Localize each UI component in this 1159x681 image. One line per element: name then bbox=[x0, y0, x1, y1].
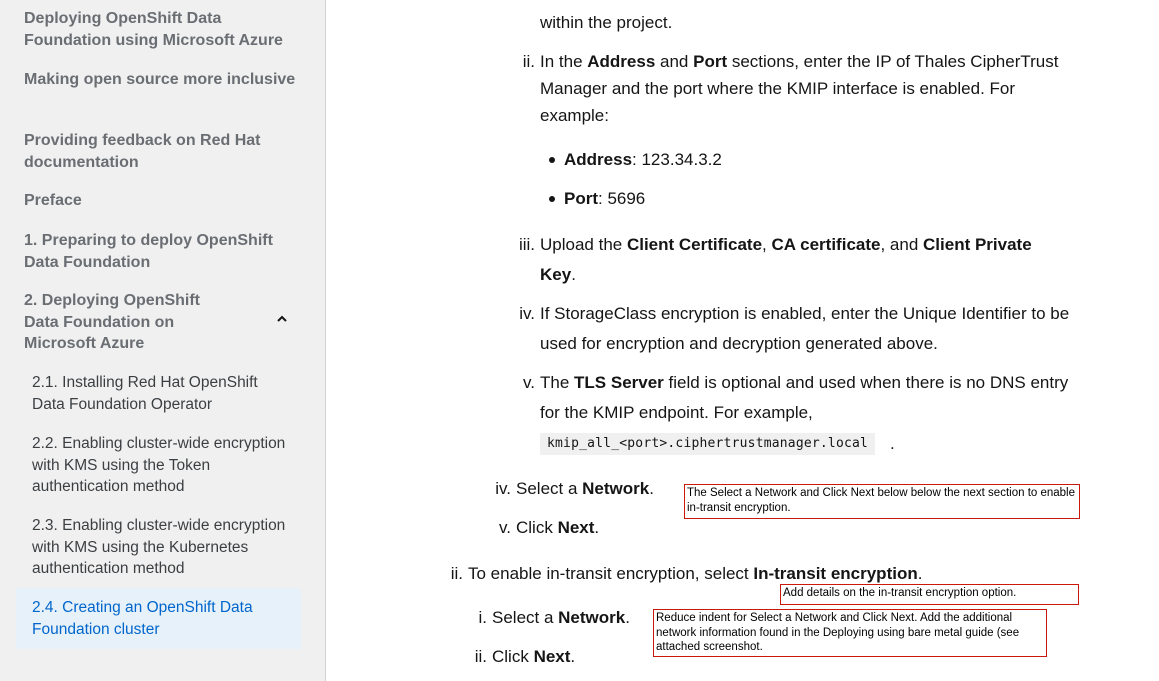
sidebar-item-chapter-1[interactable]: 1. Preparing to deploy OpenShift Data Fo… bbox=[24, 230, 304, 273]
chevron-up-icon[interactable] bbox=[276, 313, 288, 325]
step-transit-select-network: Select a Network. bbox=[492, 608, 630, 627]
step-address-port: In the Address and Port sections, enter … bbox=[540, 52, 1059, 71]
list-number: i. bbox=[478, 608, 488, 627]
bullet-dot bbox=[549, 196, 555, 202]
main-content: within the project. ii. In the Address a… bbox=[327, 0, 1159, 681]
sidebar-nav: Deploying OpenShift Data Foundation usin… bbox=[0, 0, 326, 681]
sidebar-item-book-title[interactable]: Deploying OpenShift Data Foundation usin… bbox=[24, 8, 304, 51]
step-click-next: Click Next. bbox=[516, 518, 600, 537]
bullet-port: Port: 5696 bbox=[564, 189, 646, 208]
bullet-dot bbox=[549, 157, 555, 163]
code-period: . bbox=[890, 434, 895, 453]
step-in-transit-encryption: To enable in-transit encryption, select … bbox=[468, 564, 923, 583]
step-address-port-line2: Manager and the port where the KMIP inte… bbox=[540, 79, 1016, 98]
sidebar-subitem-2-2[interactable]: 2.2. Enabling cluster-wide encryption wi… bbox=[32, 433, 292, 498]
step-upload-certificates: Upload the Client Certificate, CA certif… bbox=[540, 235, 1032, 254]
list-number: iv. bbox=[495, 479, 511, 498]
list-number: ii. bbox=[522, 52, 535, 71]
step-storageclass: If StorageClass encryption is enabled, e… bbox=[540, 304, 1070, 323]
list-number: v. bbox=[523, 373, 535, 392]
list-number: iii. bbox=[518, 235, 535, 254]
review-note-move-steps: The Select a Network and Click Next belo… bbox=[684, 484, 1080, 519]
step-upload-certificates-line2: Key. bbox=[540, 265, 576, 284]
review-note-add-details: Add details on the in-transit encryption… bbox=[780, 584, 1079, 605]
sidebar-item-preface[interactable]: Preface bbox=[24, 190, 304, 212]
sidebar-item-chapter-2[interactable]: 2. Deploying OpenShift Data Foundation o… bbox=[24, 290, 224, 355]
list-number: ii. bbox=[474, 647, 487, 666]
bullet-address: Address: 123.34.3.2 bbox=[564, 150, 722, 169]
list-number: ii. bbox=[450, 564, 463, 583]
sidebar-item-feedback[interactable]: Providing feedback on Red Hat documentat… bbox=[24, 130, 304, 173]
list-number: v. bbox=[499, 518, 511, 537]
step-select-network: Select a Network. bbox=[516, 479, 654, 498]
review-note-reduce-indent: Reduce indent for Select a Network and C… bbox=[653, 609, 1047, 657]
step-address-port-line3: example: bbox=[540, 106, 609, 125]
sidebar-subitem-2-3[interactable]: 2.3. Enabling cluster-wide encryption wi… bbox=[32, 515, 292, 580]
list-number: iv. bbox=[519, 304, 535, 323]
sidebar-subitem-2-4-active[interactable]: 2.4. Creating an OpenShift Data Foundati… bbox=[16, 588, 301, 649]
sidebar-subitem-2-4-label: 2.4. Creating an OpenShift Data Foundati… bbox=[32, 599, 253, 638]
step-transit-click-next: Click Next. bbox=[492, 647, 576, 666]
step-storageclass-line2: used for encryption and decryption gener… bbox=[540, 334, 938, 353]
code-snippet-kmip: kmip_all_<port>.ciphertrustmanager.local bbox=[540, 433, 876, 455]
sidebar-subitem-2-1[interactable]: 2.1. Installing Red Hat OpenShift Data F… bbox=[32, 372, 292, 415]
step-tls-server: The TLS Server field is optional and use… bbox=[540, 373, 1069, 392]
sidebar-item-open-source[interactable]: Making open source more inclusive bbox=[24, 69, 304, 91]
text-line-within-project: within the project. bbox=[540, 13, 673, 32]
step-tls-server-line2: for the KMIP endpoint. For example, bbox=[540, 403, 813, 422]
